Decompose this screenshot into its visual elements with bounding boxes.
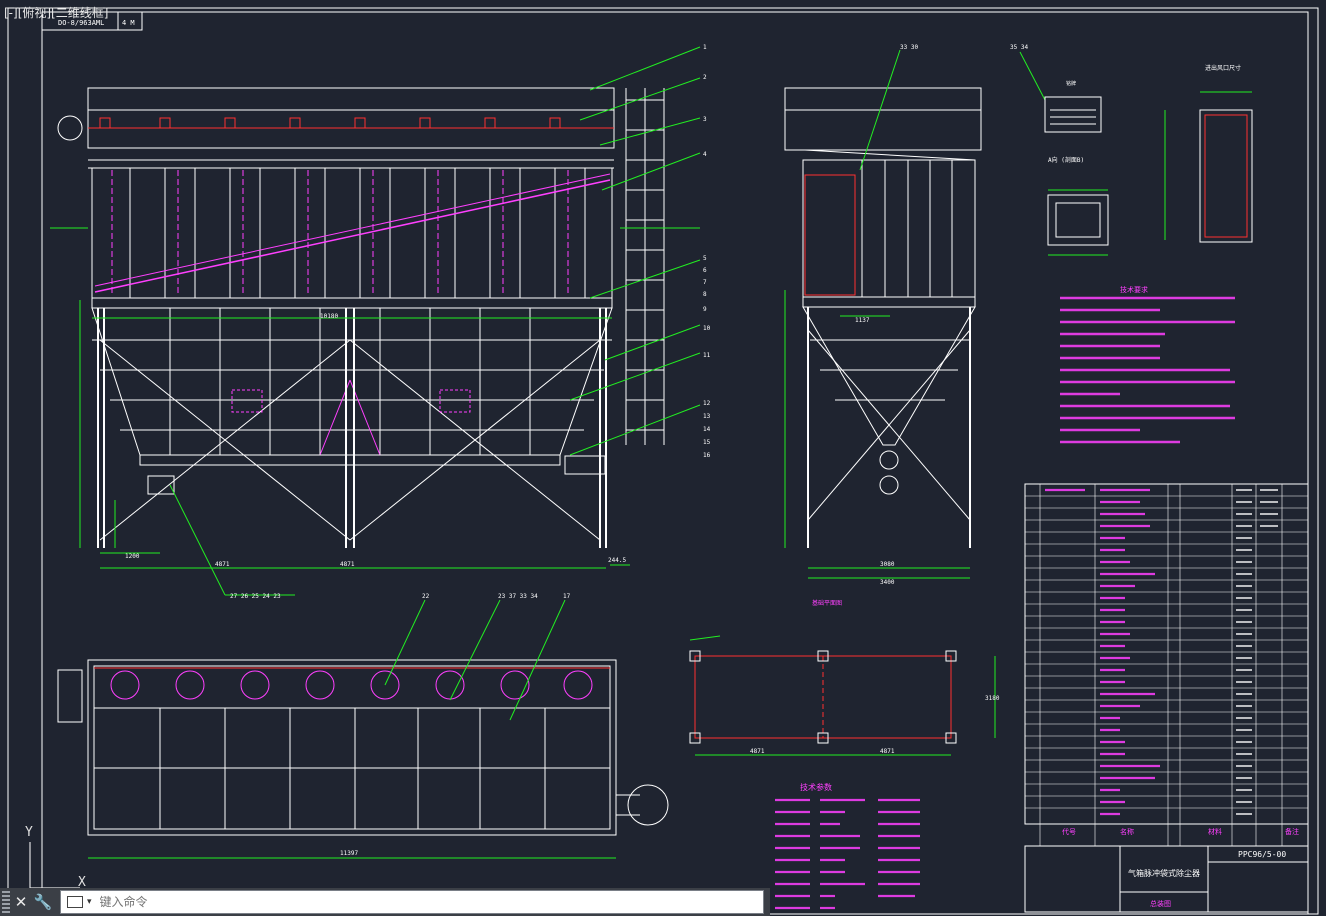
chevron-down-icon[interactable]: ▾ bbox=[87, 897, 92, 907]
foundation-plan[interactable]: 基础平面图 4871 4871 3180 bbox=[689, 599, 1000, 756]
svg-text:3180: 3180 bbox=[985, 695, 1000, 702]
table-header-code: 代号 bbox=[1062, 827, 1076, 836]
svg-text:1: 1 bbox=[703, 44, 707, 51]
opening-detail: 进出风口尺寸 bbox=[1164, 64, 1253, 243]
foundation-plan-title: 基础平面图 bbox=[812, 599, 842, 607]
svg-text:10: 10 bbox=[703, 325, 711, 332]
table-header-material: 材料 bbox=[1208, 827, 1222, 836]
svg-text:5: 5 bbox=[703, 255, 707, 262]
tech-req-title: 技术要求 bbox=[1120, 285, 1148, 294]
table-header-name: 名称 bbox=[1120, 827, 1134, 836]
svg-text:22: 22 bbox=[422, 593, 430, 600]
title-block-name: 气箱脉冲袋式除尘器 bbox=[1128, 868, 1200, 878]
svg-text:2: 2 bbox=[703, 74, 707, 81]
tech-params-title: 技术参数 bbox=[800, 782, 832, 792]
title-block-drawing-no: PPC96/5-00 bbox=[1238, 850, 1286, 859]
svg-text:244.5: 244.5 bbox=[608, 557, 626, 564]
title-block-sheet: 总装图 bbox=[1150, 899, 1171, 908]
svg-text:7: 7 bbox=[703, 279, 707, 286]
svg-text:11: 11 bbox=[703, 352, 711, 359]
svg-text:4871: 4871 bbox=[215, 561, 230, 568]
title-box-text-2: 4 M bbox=[122, 19, 135, 27]
ucs-icon: Y X bbox=[25, 825, 86, 890]
svg-text:进出风口尺寸: 进出风口尺寸 bbox=[1205, 64, 1241, 72]
title-block: 气箱脉冲袋式除尘器 PPC96/5-00 总装图 bbox=[1024, 845, 1309, 913]
svg-text:16: 16 bbox=[703, 452, 711, 459]
section-a-label: A向 (剖面B) bbox=[1048, 156, 1084, 164]
svg-text:17: 17 bbox=[563, 593, 571, 600]
technical-requirements: 技术要求 bbox=[1060, 285, 1235, 444]
customize-wrench-icon[interactable]: 🔧 bbox=[32, 893, 54, 911]
drag-handle[interactable] bbox=[2, 891, 10, 913]
svg-text:6: 6 bbox=[703, 267, 707, 274]
svg-text:14: 14 bbox=[703, 426, 711, 433]
svg-text:13: 13 bbox=[703, 413, 711, 420]
svg-text:1137: 1137 bbox=[855, 317, 870, 324]
svg-text:4871: 4871 bbox=[340, 561, 355, 568]
command-input[interactable] bbox=[97, 894, 763, 910]
command-prompt-icon[interactable] bbox=[67, 896, 83, 908]
svg-text:铭牌: 铭牌 bbox=[1066, 80, 1076, 87]
ucs-y-label: Y bbox=[25, 825, 33, 840]
svg-text:4: 4 bbox=[703, 151, 707, 158]
command-line-bar: ✕ 🔧 ▾ bbox=[0, 888, 770, 916]
viewport-controls-label[interactable]: [-][俯视][二维线框] bbox=[4, 4, 108, 21]
svg-text:33 30: 33 30 bbox=[900, 44, 918, 51]
svg-text:3080: 3080 bbox=[880, 561, 895, 568]
command-input-box[interactable]: ▾ bbox=[60, 890, 764, 914]
svg-text:4871: 4871 bbox=[880, 748, 895, 755]
cad-drawing-canvas[interactable]: DO-8/963AML 4 M 123 456 789 101112 13141… bbox=[0, 0, 1326, 916]
svg-text:1200: 1200 bbox=[125, 553, 140, 560]
svg-text:4871: 4871 bbox=[750, 748, 765, 755]
close-command-line-button[interactable]: ✕ bbox=[10, 893, 32, 911]
table-header-note: 备注 bbox=[1285, 827, 1299, 836]
svg-text:9: 9 bbox=[703, 306, 707, 313]
svg-text:8: 8 bbox=[703, 291, 707, 298]
technical-parameters: 技术参数 bbox=[775, 782, 920, 910]
svg-text:12: 12 bbox=[703, 400, 711, 407]
svg-text:10180: 10180 bbox=[320, 313, 338, 320]
svg-text:35 34: 35 34 bbox=[1010, 44, 1028, 51]
plan-view[interactable]: 11397 22 23 37 33 34 17 bbox=[57, 593, 669, 859]
svg-text:27 26 25 24 23: 27 26 25 24 23 bbox=[230, 593, 281, 600]
svg-text:3400: 3400 bbox=[880, 579, 895, 586]
side-elevation-view[interactable]: 3080 3400 1137 33 30 35 34 bbox=[784, 44, 1046, 586]
section-a-detail: A向 (剖面B) bbox=[1047, 156, 1109, 256]
svg-text:15: 15 bbox=[703, 439, 711, 446]
front-elevation-view[interactable]: 123 456 789 101112 131415 16 27 26 25 24… bbox=[50, 44, 711, 600]
plan-total-dim: 11397 bbox=[340, 850, 358, 857]
parts-list-table: 代号 名称 材料 备注 bbox=[1024, 483, 1309, 846]
svg-text:3: 3 bbox=[703, 116, 707, 123]
nameplate-detail: 铭牌 bbox=[1044, 80, 1102, 133]
svg-text:23 37 33 34: 23 37 33 34 bbox=[498, 593, 538, 600]
